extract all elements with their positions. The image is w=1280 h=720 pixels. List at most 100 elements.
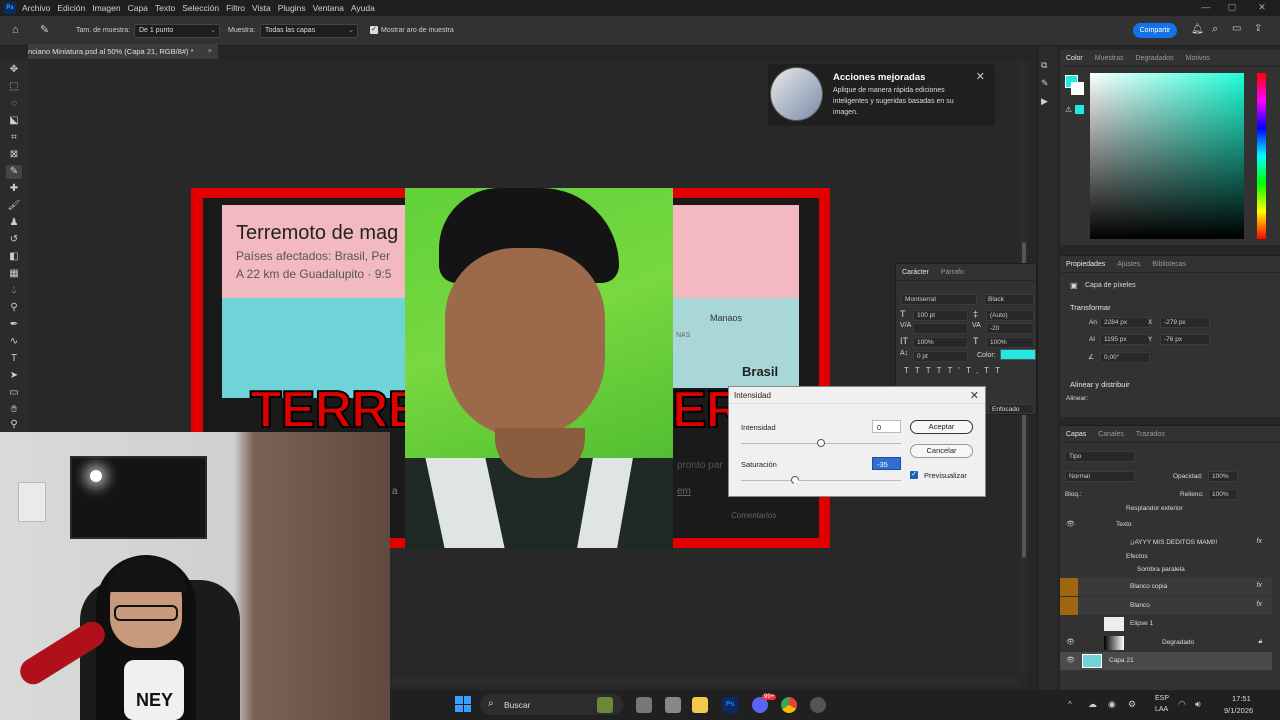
menu-plugins[interactable]: Plugins — [278, 3, 306, 13]
wifi-icon[interactable]: ◠ — [1178, 699, 1186, 710]
chrome-icon[interactable] — [781, 697, 797, 713]
angle-field[interactable]: 0,00° — [1100, 352, 1150, 363]
blur-tool-icon[interactable]: 💧︎ — [6, 284, 22, 298]
text-color-swatch[interactable] — [1000, 349, 1036, 360]
tracking-field[interactable]: -20 — [986, 323, 1034, 334]
eye-icon[interactable]: 👁︎ — [1066, 520, 1075, 528]
eye-icon[interactable]: 👁︎ — [1066, 656, 1075, 664]
crop-tool-icon[interactable]: ⌗ — [6, 131, 22, 145]
history-brush-icon[interactable]: ↺ — [6, 233, 22, 247]
opacity-field[interactable]: 100% — [1208, 471, 1238, 482]
close-tab-icon[interactable]: × — [208, 46, 212, 55]
tray-icon-3[interactable]: ⚙ — [1128, 699, 1136, 710]
close-icon[interactable]: ✕ — [976, 70, 985, 83]
hscale-field[interactable]: 100% — [986, 337, 1034, 348]
tab-capas[interactable]: Capas — [1066, 431, 1086, 438]
layer-row[interactable]: 👁︎ Texto — [1060, 516, 1272, 534]
menu-seleccion[interactable]: Selección — [182, 3, 219, 13]
app-icon[interactable] — [665, 697, 681, 713]
y-field[interactable]: -76 px — [1160, 334, 1210, 345]
blend-mode-select[interactable]: Normal — [1065, 471, 1135, 482]
history-icon[interactable]: ⧉ — [1041, 60, 1047, 71]
width-field[interactable]: 2284 px — [1100, 317, 1150, 328]
cancel-button[interactable]: Cancelar — [910, 444, 973, 458]
tab-motivos[interactable]: Motivos — [1186, 55, 1210, 62]
chevron-up-icon[interactable]: ^ — [1068, 700, 1072, 709]
stamp-tool-icon[interactable]: ♟ — [6, 216, 22, 230]
volume-icon[interactable]: 🔊︎ — [1195, 699, 1201, 710]
brush-settings-icon[interactable]: ✎ — [1041, 78, 1049, 89]
menu-texto[interactable]: Texto — [155, 3, 175, 13]
layer-row-selected[interactable]: 👁︎ Capa 21 — [1060, 652, 1272, 670]
rectangle-tool-icon[interactable]: ▭ — [6, 386, 22, 400]
menu-ventana[interactable]: Ventana — [313, 3, 344, 13]
height-field[interactable]: 1195 px — [1100, 334, 1150, 345]
canvas-horizontal-scrollbar[interactable] — [390, 677, 1020, 685]
saturation-slider-track[interactable] — [741, 480, 901, 481]
windows-start-icon[interactable] — [455, 696, 471, 712]
layer-row[interactable]: Sombra paralela — [1060, 561, 1272, 579]
tab-ajustes[interactable]: Ajustes — [1117, 261, 1140, 268]
menu-ayuda[interactable]: Ayuda — [351, 3, 375, 13]
dodge-tool-icon[interactable]: ⚲ — [6, 301, 22, 315]
workspace-icon[interactable]: ▭ — [1232, 23, 1241, 34]
tab-degradados[interactable]: Degradados — [1136, 55, 1174, 62]
tab-parrafo[interactable]: Párrafo — [941, 269, 964, 276]
clock-time[interactable]: 17:51 — [1232, 694, 1251, 703]
font-family-select[interactable]: Montserrat — [901, 294, 977, 305]
share-export-icon[interactable]: ⇪ — [1254, 23, 1262, 34]
sample-size-select[interactable]: De 1 punto ⌄ — [134, 24, 220, 38]
home-icon[interactable]: ⌂ — [12, 24, 19, 36]
move-tool-icon[interactable]: ✥ — [6, 63, 22, 77]
fx-icon[interactable]: fx — [1257, 601, 1262, 608]
frame-tool-icon[interactable]: ⊠ — [6, 148, 22, 162]
menu-filtro[interactable]: Filtro — [226, 3, 245, 13]
show-ring-checkbox[interactable]: ✓ — [370, 26, 378, 34]
eye-icon[interactable]: 👁︎ — [1066, 638, 1075, 646]
eyedropper-icon[interactable]: ✎ — [40, 23, 49, 36]
antialias-select[interactable]: Enfocado — [988, 404, 1034, 414]
widgets-icon[interactable] — [597, 697, 613, 713]
pen-tool-icon[interactable]: ✒ — [6, 318, 22, 332]
menu-imagen[interactable]: Imagen — [92, 3, 120, 13]
tab-color[interactable]: Color — [1066, 55, 1083, 62]
font-style-select[interactable]: Black — [984, 294, 1034, 305]
sample-select[interactable]: Todas las capas ⌄ — [260, 24, 358, 38]
healing-tool-icon[interactable]: ✚ — [6, 182, 22, 196]
close-icon[interactable]: ✕ — [970, 389, 979, 402]
eyedropper-tool-icon[interactable]: ✎ — [6, 165, 22, 179]
layer-row[interactable]: Elipse 1 — [1060, 615, 1272, 633]
hand-tool-icon[interactable]: ✋︎ — [6, 403, 22, 417]
tab-trazados[interactable]: Trazados — [1136, 431, 1165, 438]
baseline-field[interactable]: 0 pt — [913, 351, 968, 362]
saturation-input[interactable]: -35 — [872, 457, 901, 470]
font-size-field[interactable]: 100 pt — [913, 310, 968, 321]
tab-canales[interactable]: Canales — [1098, 431, 1124, 438]
language-indicator[interactable]: ESP — [1155, 695, 1169, 702]
layer-row[interactable]: Blanco copia fx — [1060, 578, 1272, 596]
tray-icon-1[interactable]: ☁ — [1088, 699, 1097, 710]
fill-field[interactable]: 100% — [1208, 489, 1238, 500]
eraser-tool-icon[interactable]: ◧ — [6, 250, 22, 264]
zoom-tool-icon[interactable]: ⚲ — [6, 418, 22, 432]
intensity-input[interactable]: 0 — [872, 420, 901, 433]
lasso-tool-icon[interactable]: ◌ — [6, 97, 22, 111]
fx-icon[interactable]: fx — [1257, 538, 1262, 545]
menu-vista[interactable]: Vista — [252, 3, 271, 13]
gradient-tool-icon[interactable]: ▦ — [6, 267, 22, 281]
accept-button[interactable]: Aceptar — [910, 420, 973, 434]
tab-caracter[interactable]: Carácter — [902, 269, 929, 276]
share-button[interactable]: Compartir — [1133, 23, 1177, 38]
tab-muestras[interactable]: Muestras — [1095, 55, 1124, 62]
task-view-icon[interactable] — [636, 697, 652, 713]
type-tool-icon[interactable]: T — [6, 352, 22, 366]
color-picker-field[interactable] — [1090, 73, 1244, 239]
intensity-slider-thumb[interactable] — [817, 439, 825, 447]
preview-checkbox[interactable]: ✓ — [910, 471, 918, 479]
path-select-icon[interactable]: ➤ — [6, 369, 22, 383]
kerning-field[interactable] — [913, 323, 968, 334]
tab-propiedades[interactable]: Propiedades — [1066, 261, 1105, 268]
background-color-swatch[interactable] — [1071, 82, 1084, 95]
marquee-tool-icon[interactable]: ⬚ — [6, 80, 22, 94]
app-icon-2[interactable] — [810, 697, 826, 713]
